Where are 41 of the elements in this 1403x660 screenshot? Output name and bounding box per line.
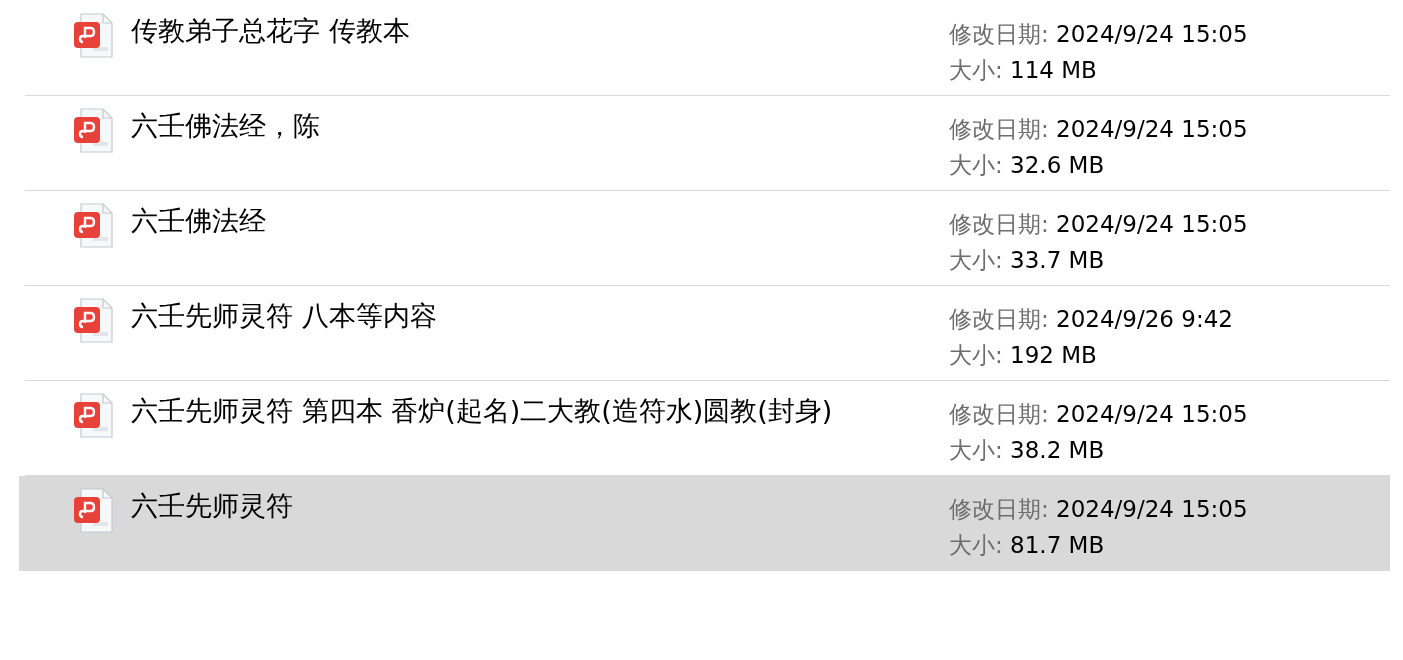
meta-label: 大小: <box>949 342 1003 368</box>
pdf-file-icon <box>73 393 115 439</box>
meta-label: 修改日期: <box>949 21 1049 47</box>
file-row[interactable]: 六壬佛法经 修改日期: 2024/9/24 15:05 大小: 33.7 MB <box>25 191 1390 286</box>
file-name: 六壬先师灵符 <box>131 489 294 523</box>
file-row[interactable]: 六壬先师灵符 修改日期: 2024/9/24 15:05 大小: 81.7 MB <box>19 476 1390 571</box>
meta-label: 修改日期: <box>949 401 1049 427</box>
meta-label: 修改日期: <box>949 211 1049 237</box>
file-name: 六壬佛法经，陈 <box>131 109 321 143</box>
modified-date: 2024/9/26 9:42 <box>1056 306 1233 332</box>
pdf-file-icon <box>73 203 115 249</box>
pdf-file-icon <box>73 488 115 534</box>
meta-label: 大小: <box>949 437 1003 463</box>
modified-date: 2024/9/24 15:05 <box>1056 496 1248 522</box>
file-row[interactable]: 六壬先师灵符 八本等内容 修改日期: 2024/9/26 9:42 大小: 192 MB <box>25 286 1390 381</box>
pdf-file-icon <box>73 108 115 154</box>
file-name: 六壬先师灵符 第四本 香炉(起名)二大教(造符水)圆教(封身) <box>131 394 834 428</box>
file-name: 六壬先师灵符 八本等内容 <box>131 299 438 333</box>
file-size: 114 MB <box>1010 57 1097 83</box>
modified-date: 2024/9/24 15:05 <box>1056 21 1248 47</box>
modified-date: 2024/9/24 15:05 <box>1056 211 1248 237</box>
pdf-file-icon <box>73 298 115 344</box>
meta-label: 大小: <box>949 247 1003 273</box>
file-size: 32.6 MB <box>1010 152 1105 178</box>
file-size: 81.7 MB <box>1010 532 1105 558</box>
file-name: 六壬佛法经 <box>131 204 267 238</box>
file-size: 38.2 MB <box>1010 437 1105 463</box>
meta-label: 修改日期: <box>949 496 1049 522</box>
meta-label: 大小: <box>949 532 1003 558</box>
file-row[interactable]: 六壬佛法经，陈 修改日期: 2024/9/24 15:05 大小: 32.6 MB <box>25 96 1390 191</box>
modified-date: 2024/9/24 15:05 <box>1056 116 1248 142</box>
meta-label: 大小: <box>949 152 1003 178</box>
file-row[interactable]: 传教弟子总花字 传教本 修改日期: 2024/9/24 15:05 大小: 114 MB <box>25 1 1390 96</box>
file-name: 传教弟子总花字 传教本 <box>131 14 411 48</box>
meta-label: 修改日期: <box>949 116 1049 142</box>
pdf-file-icon <box>73 13 115 59</box>
file-size: 33.7 MB <box>1010 247 1105 273</box>
modified-date: 2024/9/24 15:05 <box>1056 401 1248 427</box>
meta-label: 修改日期: <box>949 306 1049 332</box>
meta-label: 大小: <box>949 57 1003 83</box>
file-size: 192 MB <box>1010 342 1097 368</box>
